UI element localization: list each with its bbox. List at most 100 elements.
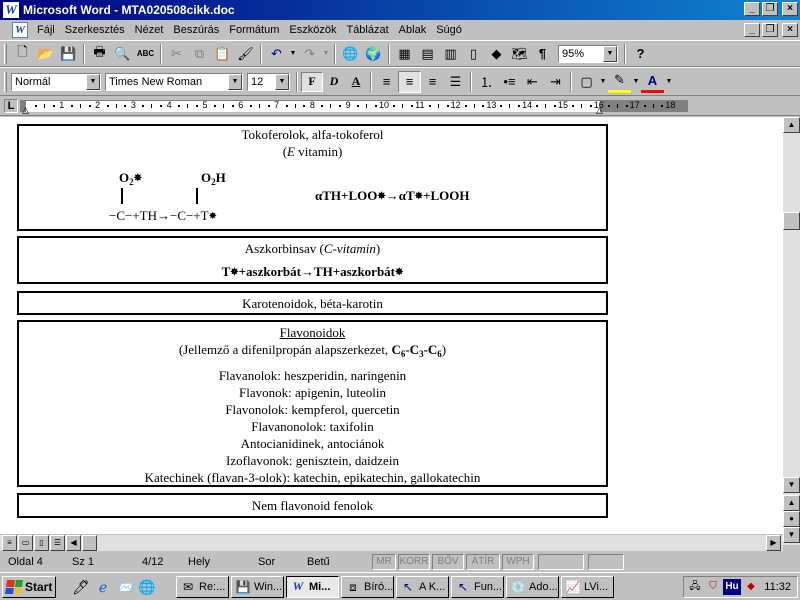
taskbar-button-word[interactable]: W Mi... (286, 576, 339, 598)
scroll-thumb[interactable] (783, 212, 800, 230)
zoom-select[interactable]: 95% ▼ (558, 44, 618, 63)
tray-language-icon[interactable]: Hu (723, 579, 741, 595)
taskbar-button-biro[interactable]: ⧈ Bíró... (341, 576, 394, 598)
underline-button[interactable]: A (345, 72, 367, 92)
menu-view[interactable]: Nézet (130, 21, 169, 39)
chevron-down-icon[interactable]: ▼ (228, 73, 242, 90)
hyperlink-icon[interactable]: 🌐 (339, 43, 362, 65)
next-page-icon[interactable]: ▼ (783, 527, 800, 543)
chevron-down-icon[interactable]: ▼ (275, 73, 289, 90)
doc-minimize-button[interactable]: _ (744, 23, 760, 37)
border-icon[interactable]: ▢ (575, 71, 598, 93)
status-indicator-wph[interactable]: WPH (502, 554, 534, 570)
columns-icon[interactable]: ▯ (462, 43, 485, 65)
align-right-icon[interactable]: ≡ (421, 71, 444, 93)
toolbar-grip[interactable] (4, 71, 7, 92)
taskbar-button-lvi[interactable]: 📈 LVi... (561, 576, 614, 598)
menu-tools[interactable]: Eszközök (284, 21, 341, 39)
quicklaunch-desktop-icon[interactable]: 🖊 (72, 578, 90, 596)
right-indent-marker-icon[interactable]: △ (596, 105, 603, 116)
restore-button[interactable]: ❐ (762, 2, 778, 16)
format-painter-icon[interactable]: 🖌 (234, 43, 257, 65)
print-preview-icon[interactable]: 🔍 (111, 43, 134, 65)
menu-insert[interactable]: Beszúrás (168, 21, 224, 39)
normal-view-icon[interactable]: ≡ (2, 535, 17, 551)
highlight-icon[interactable]: ✎ (608, 71, 631, 93)
undo-icon[interactable]: ↶ (265, 43, 288, 65)
chevron-down-icon[interactable]: ▼ (86, 73, 100, 90)
print-layout-icon[interactable]: ▯ (34, 535, 49, 551)
print-icon[interactable]: 🖶 (88, 43, 111, 65)
document-map-icon[interactable]: 🗺 (508, 43, 531, 65)
justify-icon[interactable]: ☰ (444, 71, 467, 93)
vertical-scrollbar[interactable]: ▲ ▼ ▲ ● ▼ (783, 117, 800, 545)
font-select[interactable]: Times New Roman ▼ (105, 72, 243, 91)
chevron-down-icon[interactable]: ▼ (603, 45, 617, 62)
bold-button[interactable]: F (301, 71, 323, 92)
tray-clock[interactable]: 11:32 (764, 581, 791, 593)
copy-icon[interactable]: ⧉ (188, 43, 211, 65)
spelling-icon[interactable]: ABC (134, 43, 157, 65)
paste-icon[interactable]: 📋 (211, 43, 234, 65)
highlight-dropdown-icon[interactable]: ▼ (631, 71, 641, 93)
menu-window[interactable]: Ablak (394, 21, 432, 39)
redo-icon[interactable]: ↷ (298, 43, 321, 65)
doc-close-button[interactable]: × (782, 23, 798, 37)
scroll-right-icon[interactable]: ▶ (766, 535, 781, 551)
previous-page-icon[interactable]: ▲ (783, 495, 800, 511)
drawing-icon[interactable]: ◆ (485, 43, 508, 65)
show-hide-icon[interactable]: ¶ (531, 43, 554, 65)
minimize-button[interactable]: _ (744, 2, 760, 16)
ruler[interactable]: L 1 2 3 4 5 6 7 8 9 10 11 12 13 14 15 16 17 18 △ △ (0, 96, 800, 116)
status-indicator-extend[interactable]: BŐV (432, 554, 464, 570)
font-color-icon[interactable]: A (641, 71, 664, 93)
scroll-down-icon[interactable]: ▼ (783, 477, 800, 493)
increase-indent-icon[interactable]: ⇥ (544, 71, 567, 93)
status-indicator-track[interactable]: KORR (398, 554, 430, 570)
scroll-up-icon[interactable]: ▲ (783, 117, 800, 133)
quicklaunch-ie-icon[interactable]: ℯ (94, 578, 112, 596)
cut-icon[interactable]: ✂ (165, 43, 188, 65)
italic-button[interactable]: D (323, 72, 345, 92)
insert-excel-icon[interactable]: ▥ (439, 43, 462, 65)
web-layout-icon[interactable]: ▭ (18, 535, 33, 551)
browse-object-icon[interactable]: ● (783, 511, 800, 527)
menu-format[interactable]: Formátum (224, 21, 284, 39)
insert-table-icon[interactable]: ▤ (416, 43, 439, 65)
border-dropdown-icon[interactable]: ▼ (598, 71, 608, 93)
redo-dropdown-icon[interactable]: ▼ (321, 43, 331, 65)
document-area[interactable]: Tokoferolok, alfa-tokoferol (E vitamin) … (0, 117, 783, 534)
decrease-indent-icon[interactable]: ⇤ (521, 71, 544, 93)
style-select[interactable]: Normál ▼ (11, 72, 101, 91)
menu-table[interactable]: Táblázat (341, 21, 393, 39)
start-button[interactable]: Start (2, 576, 56, 598)
tables-borders-icon[interactable]: ▦ (393, 43, 416, 65)
taskbar-button-reply[interactable]: ✉ Re:... (176, 576, 229, 598)
tray-network-icon[interactable]: 🖧 (687, 579, 703, 595)
close-button[interactable]: × (782, 2, 798, 16)
word-app-icon[interactable]: W (3, 2, 19, 18)
font-color-dropdown-icon[interactable]: ▼ (664, 71, 674, 93)
menu-file[interactable]: Fájl (32, 21, 60, 39)
doc-restore-button[interactable]: ❐ (762, 23, 778, 37)
taskbar-button-ak[interactable]: ↖ A K... (396, 576, 449, 598)
quicklaunch-channels-icon[interactable]: 🌐 (138, 578, 156, 596)
numbering-icon[interactable]: ⒈ (475, 71, 498, 93)
horizontal-scroll-thumb[interactable] (82, 535, 97, 551)
taskbar-button-ado[interactable]: 💿 Ado... (506, 576, 559, 598)
menu-help[interactable]: Súgó (431, 21, 467, 39)
horizontal-scrollbar[interactable]: ≡ ▭ ▯ ☰ ◀ ▶ (0, 534, 783, 551)
taskbar-button-windows[interactable]: 💾 Win... (231, 576, 284, 598)
new-document-icon[interactable]: 🗋 (11, 43, 34, 65)
help-icon[interactable]: ? (629, 43, 652, 65)
tray-antivirus-icon[interactable]: ⛉ (705, 579, 721, 595)
tray-app-icon[interactable]: ◆ (743, 579, 759, 595)
status-indicator-record[interactable]: MR (372, 554, 396, 570)
status-indicator-spelling[interactable] (538, 554, 584, 570)
font-size-select[interactable]: 12 ▼ (247, 72, 290, 91)
document-icon[interactable]: W (12, 22, 28, 38)
outline-view-icon[interactable]: ☰ (50, 535, 65, 551)
save-icon[interactable]: 💾 (57, 43, 80, 65)
open-folder-icon[interactable]: 📂 (34, 43, 57, 65)
quicklaunch-outlook-icon[interactable]: 📨 (116, 578, 134, 596)
